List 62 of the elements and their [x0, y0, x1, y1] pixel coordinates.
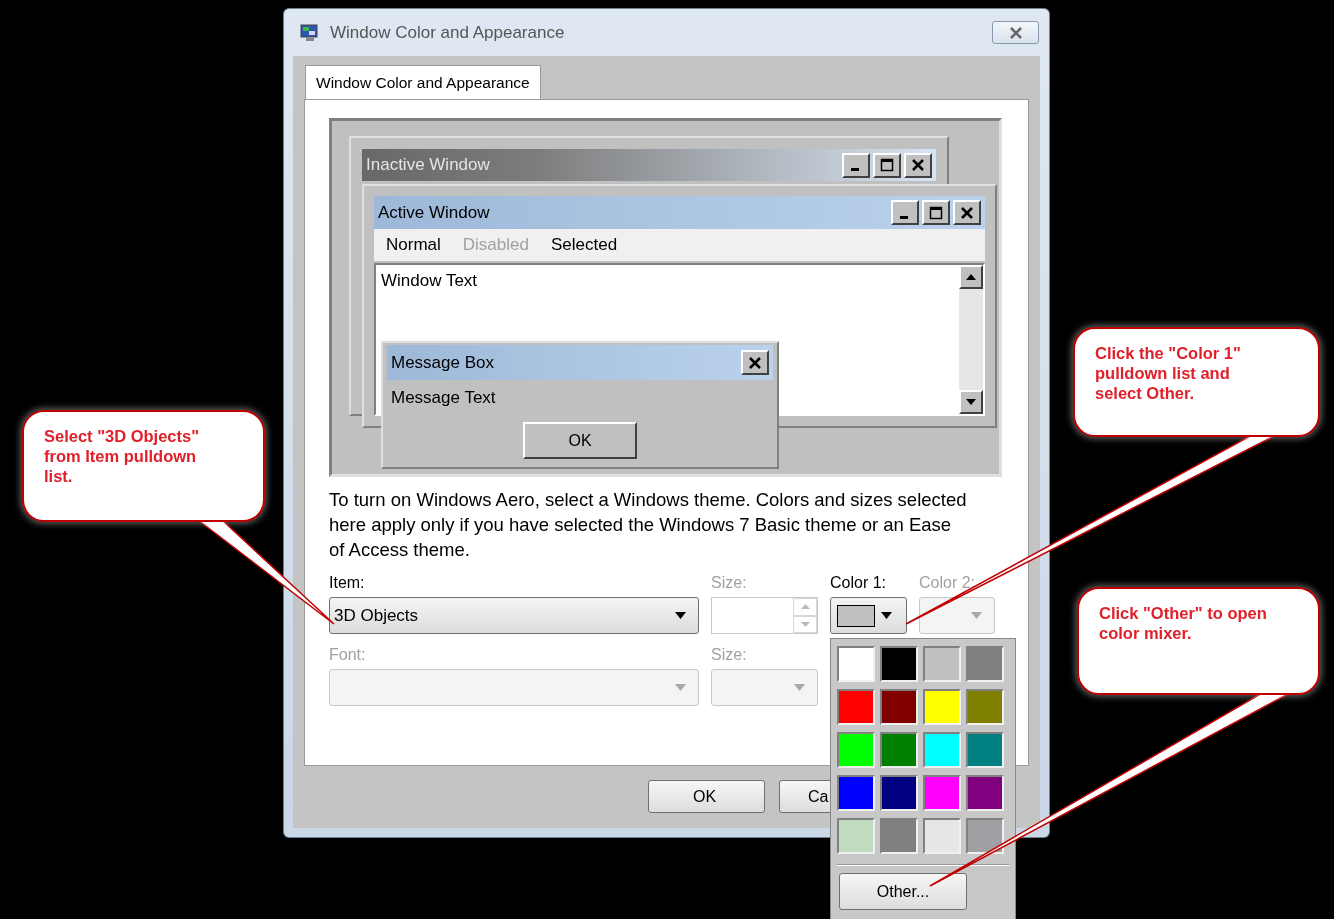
ok-button[interactable]: OK — [523, 422, 637, 459]
color-swatch[interactable] — [966, 732, 1004, 768]
minimize-icon — [842, 152, 870, 178]
color-swatch[interactable] — [837, 775, 875, 811]
spin-up-icon — [793, 598, 817, 616]
field-label: Font: — [329, 646, 367, 664]
callout: Click "Other" to open color mixer. — [1077, 587, 1320, 695]
field-label: Item: — [329, 574, 366, 592]
dropdown[interactable]: 3D Objects — [329, 597, 699, 634]
color-swatch[interactable] — [966, 775, 1004, 811]
description-text: To turn on Windows Aero, select a Windows theme. Colors and sizes selected here apply only if you have selected the Windows 7 Basic theme or an Ease of Access theme. — [329, 488, 968, 562]
color-swatch[interactable] — [966, 689, 1004, 725]
color-swatch[interactable] — [880, 775, 918, 811]
minimize-icon — [891, 200, 919, 225]
field-label: Size: — [711, 574, 748, 592]
color-swatch[interactable] — [880, 818, 918, 854]
spin-down-icon — [793, 615, 817, 633]
message-text: Message Text — [391, 388, 497, 408]
close-icon — [1008, 26, 1023, 39]
callout: Click the "Color 1" pulldown list and select Other. — [1073, 327, 1320, 437]
window-title: Inactive Window — [366, 155, 490, 175]
color-swatch[interactable] — [837, 689, 875, 725]
menu-item: Disabled — [462, 235, 529, 255]
dialog-button[interactable]: OK — [648, 780, 765, 813]
other-button[interactable]: Other... — [839, 873, 967, 910]
maximize-icon — [873, 152, 901, 178]
window-text: Window Text — [381, 271, 478, 291]
maximize-icon — [922, 200, 950, 225]
dropdown[interactable] — [919, 597, 995, 634]
close-icon — [741, 350, 769, 375]
color-swatch[interactable] — [923, 818, 961, 854]
close-button[interactable] — [992, 21, 1039, 44]
color-swatch[interactable] — [923, 646, 961, 682]
field-label: Size: — [711, 646, 748, 664]
window-title: Message Box — [391, 352, 494, 373]
color-swatch[interactable] — [880, 646, 918, 682]
spin-field[interactable] — [711, 597, 818, 634]
color-swatch[interactable] — [880, 732, 918, 768]
color-swatch[interactable] — [923, 732, 961, 768]
color-swatch[interactable] — [923, 775, 961, 811]
caret-icon — [881, 612, 892, 619]
close-icon — [904, 152, 932, 178]
caret-icon — [794, 684, 805, 691]
color-swatch[interactable] — [966, 646, 1004, 682]
color-picker-button[interactable] — [830, 597, 907, 634]
caret-icon — [971, 612, 982, 619]
field-label: Color 2: — [919, 574, 977, 592]
monitor-icon — [300, 22, 320, 43]
callout: Select "3D Objects" from Item pulldown list. — [22, 410, 265, 522]
color-swatch[interactable] — [837, 732, 875, 768]
color-swatch[interactable] — [966, 818, 1004, 854]
window-title: Active Window — [378, 202, 490, 223]
caret-icon — [675, 612, 686, 619]
color-swatch[interactable] — [880, 689, 918, 725]
color-swatch[interactable] — [837, 646, 875, 682]
close-icon — [953, 200, 981, 225]
caret-icon — [675, 684, 686, 691]
window-title: Window Color and Appearance — [330, 22, 566, 43]
field-label: Color 1: — [830, 574, 888, 592]
color-swatch[interactable] — [923, 689, 961, 725]
color-swatch[interactable] — [837, 818, 875, 854]
tab[interactable]: Window Color and Appearance — [305, 65, 541, 99]
